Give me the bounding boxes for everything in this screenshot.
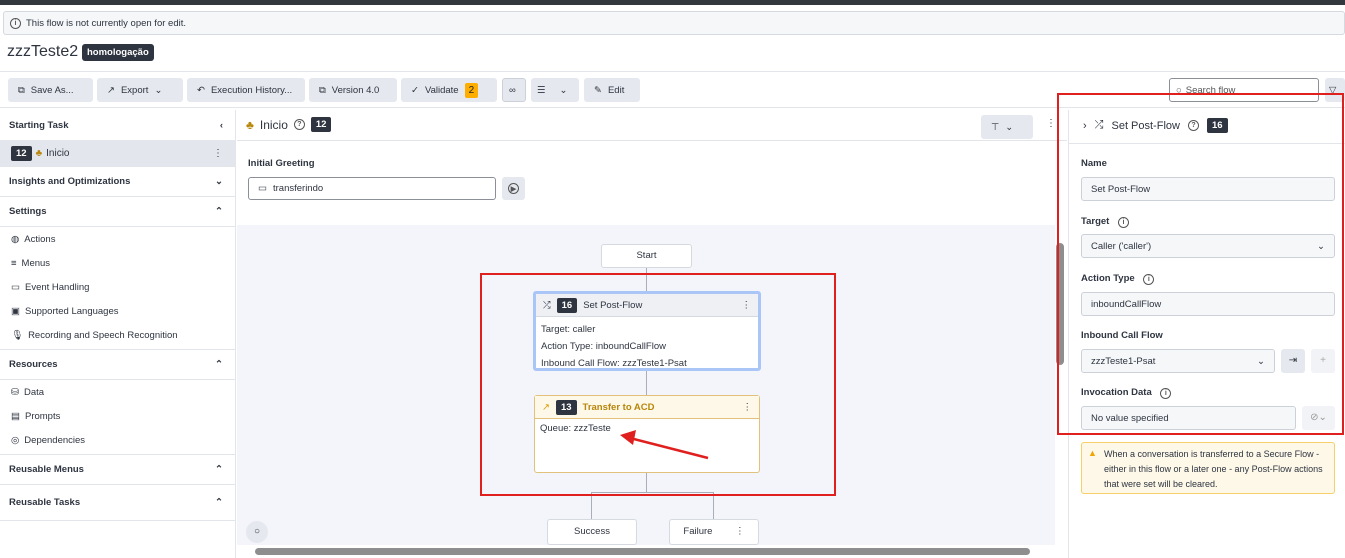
chevron-down-icon: ⌄ xyxy=(215,176,223,187)
export-button[interactable]: ↗ Export ⌄ xyxy=(97,78,183,102)
zoom-search-button[interactable]: ○ xyxy=(246,521,268,543)
more-icon[interactable]: ⋮ xyxy=(1046,118,1056,129)
start-node[interactable]: Start xyxy=(601,244,692,268)
pencil-icon: ✎ xyxy=(594,84,602,96)
chevron-up-icon: ⌃ xyxy=(215,206,223,217)
horizontal-scrollbar[interactable] xyxy=(237,545,1055,558)
laptop-icon: ▭ xyxy=(258,183,267,194)
sidebar-item-data[interactable]: ⛁ Data xyxy=(0,380,235,404)
connector xyxy=(591,492,592,520)
banner-text: This flow is not currently open for edit… xyxy=(26,17,186,29)
reusable-menus-header[interactable]: Reusable Menus ⌃ xyxy=(0,455,235,485)
more-icon[interactable]: ⋮ xyxy=(735,526,745,537)
play-icon: ▶ xyxy=(508,183,519,194)
connector xyxy=(713,492,714,520)
search-icon: ○ xyxy=(253,526,261,537)
info-icon: i xyxy=(10,17,21,29)
ticket-icon: ▭ xyxy=(11,281,20,293)
menu-icon: ≡ xyxy=(11,257,17,269)
layout-dropdown[interactable]: ⊤ ⌄ xyxy=(981,115,1033,139)
sidebar-item-recording[interactable]: 🎙 Recording and Speech Recognition xyxy=(0,323,235,347)
link-button[interactable]: ∞ xyxy=(502,78,526,102)
check-icon: ✓ xyxy=(411,84,419,96)
chevron-left-icon: ‹ xyxy=(219,119,223,131)
sidebar-item-supported-languages[interactable]: ▣ Supported Languages xyxy=(0,299,235,323)
starting-task-header[interactable]: Starting Task ‹ xyxy=(0,110,235,140)
list-icon: ☰ xyxy=(537,84,546,96)
settings-header[interactable]: Settings ⌃ xyxy=(0,197,235,227)
sidebar-item-dependencies[interactable]: ◎ Dependencies xyxy=(0,428,235,452)
warning-message: ▲ When a conversation is transferred to … xyxy=(1081,442,1335,494)
annotation-box xyxy=(1057,93,1344,435)
flow-title: zzzTeste2 xyxy=(7,43,79,60)
database-icon: ⛁ xyxy=(11,386,19,398)
execution-history-button[interactable]: ↶ Execution History... xyxy=(187,78,305,102)
microphone-icon: 🎙 xyxy=(11,329,24,341)
more-icon[interactable]: ⋮ xyxy=(213,148,223,159)
validate-button[interactable]: ✓ Validate 2 xyxy=(401,78,497,102)
copy-icon: ⧉ xyxy=(18,84,25,96)
prompt-icon: ▤ xyxy=(11,410,20,422)
chevron-down-icon: ⌄ xyxy=(154,84,163,96)
link-icon: ∞ xyxy=(509,84,516,96)
flow-tag: homologação xyxy=(82,44,154,61)
sidebar-item-event-handling[interactable]: ▭ Event Handling xyxy=(0,275,235,299)
sidebar-item-actions[interactable]: ◍ Actions xyxy=(0,227,235,251)
history-icon: ↶ xyxy=(197,84,205,96)
play-button[interactable]: ▶ xyxy=(502,177,525,200)
language-icon: ▣ xyxy=(11,305,20,317)
validate-count: 2 xyxy=(464,82,479,98)
readonly-banner: i This flow is not currently open for ed… xyxy=(3,11,1345,35)
lifebuoy-icon: ◎ xyxy=(11,434,20,446)
task-item-inicio[interactable]: 12 ♣ Inicio ⋮ xyxy=(0,140,235,167)
chevron-down-icon: ⌄ xyxy=(559,84,568,96)
warning-icon: ▲ xyxy=(1088,448,1097,458)
sidebar-item-menus[interactable]: ≡ Menus xyxy=(0,251,235,275)
sidebar-item-prompts[interactable]: ▤ Prompts xyxy=(0,404,235,428)
chevron-down-icon: ⌄ xyxy=(1005,121,1014,133)
task-icon: ♣ xyxy=(35,147,43,159)
copy-icon: ⧉ xyxy=(319,84,326,96)
initial-greeting-input[interactable]: ▭ transferindo xyxy=(248,177,496,200)
help-icon[interactable]: ? xyxy=(293,119,305,130)
chevron-up-icon: ⌃ xyxy=(215,497,223,508)
chevron-up-icon: ⌃ xyxy=(215,359,223,370)
hierarchy-icon: ⊤ xyxy=(991,121,1000,133)
success-node[interactable]: Success xyxy=(547,519,637,545)
edit-button[interactable]: ✎ Edit xyxy=(584,78,640,102)
failure-node[interactable]: Failure ⋮ xyxy=(669,519,759,545)
version-button[interactable]: ⧉ Version 4.0 xyxy=(309,78,397,102)
export-icon: ↗ xyxy=(107,84,115,96)
task-icon: ♣ xyxy=(246,117,254,132)
insights-header[interactable]: Insights and Optimizations ⌄ xyxy=(0,167,235,197)
divider xyxy=(237,140,1067,141)
sidebar: Starting Task ‹ 12 ♣ Inicio ⋮ Insights an… xyxy=(0,110,236,558)
annotation-arrow xyxy=(620,430,709,460)
initial-greeting-label: Initial Greeting xyxy=(248,158,315,169)
reusable-tasks-header[interactable]: Reusable Tasks ⌃ xyxy=(0,485,235,521)
save-as-button[interactable]: ⧉ Save As... xyxy=(8,78,93,102)
view-dropdown[interactable]: ☰ ⌄ xyxy=(531,78,579,102)
globe-icon: ◍ xyxy=(11,233,20,245)
center-header: ♣ Inicio ? 12 xyxy=(246,117,332,132)
divider xyxy=(0,71,1345,72)
resources-header[interactable]: Resources ⌃ xyxy=(0,350,235,380)
chevron-up-icon: ⌃ xyxy=(215,464,223,475)
window-top-bar xyxy=(0,0,1345,5)
scroll-thumb[interactable] xyxy=(255,548,1030,555)
